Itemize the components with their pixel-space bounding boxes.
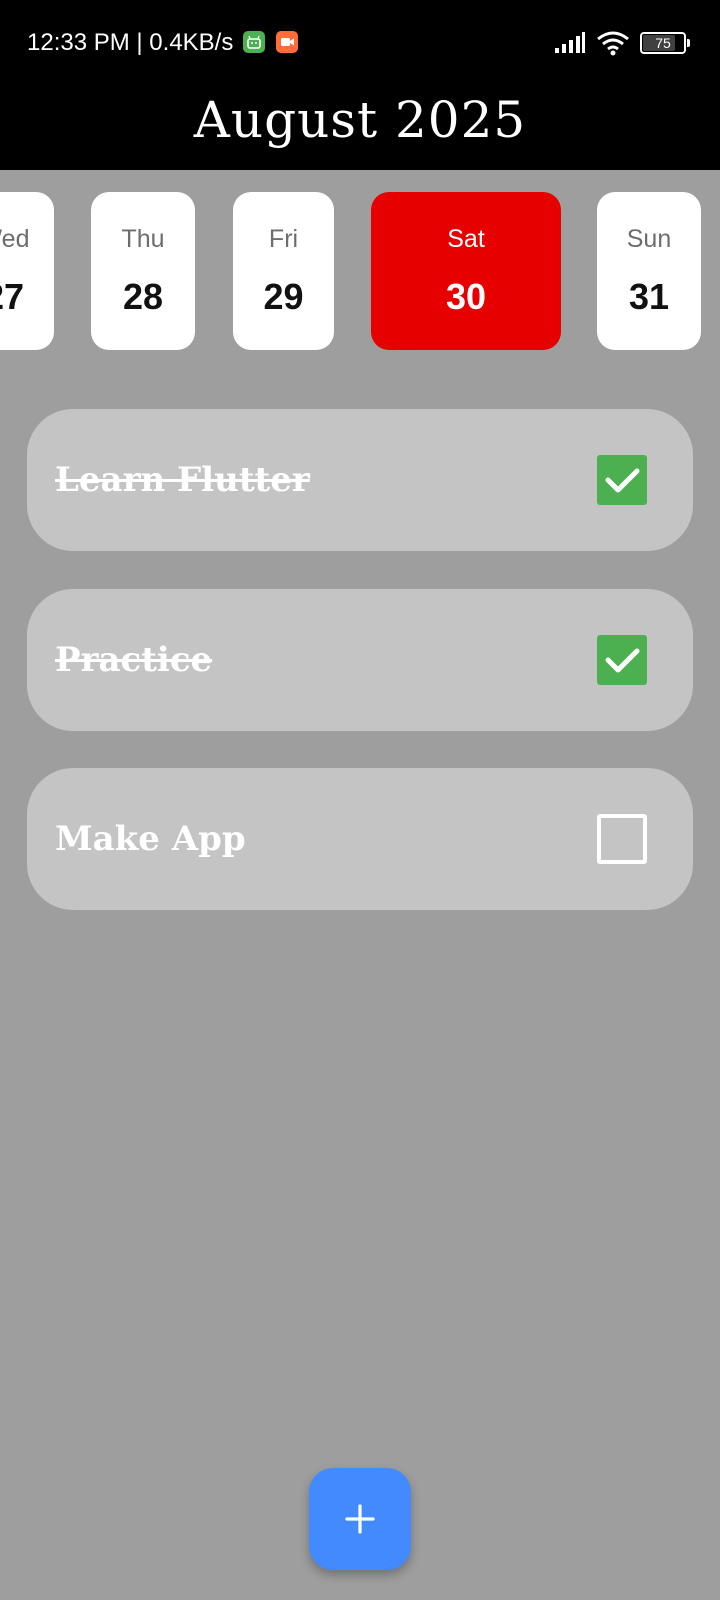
day-number: 31 xyxy=(628,275,670,317)
month-title: August 2025 xyxy=(193,91,527,149)
status-icons: 75 xyxy=(554,30,690,56)
wifi-icon xyxy=(597,31,629,56)
battery-icon: 75 xyxy=(640,32,690,54)
task-checkbox-checked[interactable] xyxy=(597,635,647,685)
day-selector[interactable]: Wed 27 Thu 28 Fri 29 Sat 30 Sun 31 xyxy=(0,192,720,350)
day-number: 29 xyxy=(263,275,304,317)
checkmark-icon xyxy=(605,648,640,673)
android-debug-icon xyxy=(243,31,265,53)
task-item[interactable]: Learn Flutter xyxy=(27,409,693,551)
checkmark-icon xyxy=(605,468,640,493)
day-name: Wed xyxy=(0,224,30,253)
day-name: Fri xyxy=(268,224,299,253)
day-card-thu[interactable]: Thu 28 xyxy=(91,192,195,350)
day-card-sun[interactable]: Sun 31 xyxy=(597,192,701,350)
day-card-fri[interactable]: Fri 29 xyxy=(233,192,334,350)
day-name: Sat xyxy=(447,224,485,253)
task-item[interactable]: Practice xyxy=(27,589,693,731)
task-item[interactable]: Make App xyxy=(27,768,693,910)
task-label: Learn Flutter xyxy=(55,460,310,500)
day-number: 30 xyxy=(445,275,487,317)
day-name: Sun xyxy=(626,224,672,253)
task-label: Practice xyxy=(55,640,213,680)
screen-record-icon xyxy=(276,31,298,53)
add-task-button[interactable] xyxy=(309,1468,411,1570)
signal-icon xyxy=(555,32,585,53)
day-card-wed[interactable]: Wed 27 xyxy=(0,192,54,350)
plus-icon xyxy=(345,1504,375,1534)
app-header: August 2025 xyxy=(0,88,720,170)
task-label: Make App xyxy=(55,819,246,859)
status-bar: 12:33 PM | 0.4KB/s 75 xyxy=(0,0,720,88)
day-card-sat-selected[interactable]: Sat 30 xyxy=(371,192,561,350)
task-checkbox-checked[interactable] xyxy=(597,455,647,505)
battery-level: 75 xyxy=(655,35,671,51)
task-checkbox-unchecked[interactable] xyxy=(597,814,647,864)
day-name: Thu xyxy=(121,224,165,253)
day-number: 28 xyxy=(122,275,164,317)
day-number: 27 xyxy=(0,275,25,317)
status-time: 12:33 PM | 0.4KB/s xyxy=(27,29,234,56)
